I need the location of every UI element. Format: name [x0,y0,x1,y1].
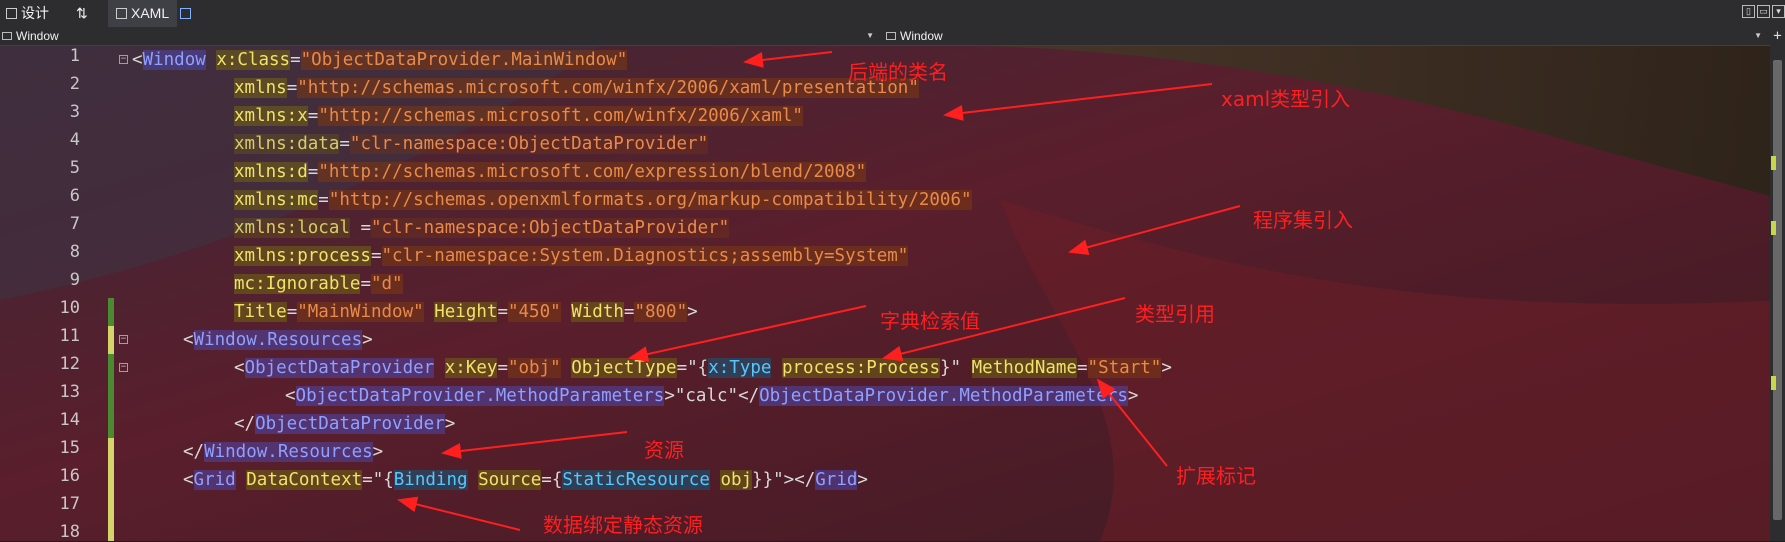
code-line-16: <Grid DataContext="{Binding Source={Stat… [183,470,868,490]
annotation-dict-key: 字典检索值 [880,309,980,333]
split-vertical-icon[interactable]: ▯ [1742,5,1755,18]
split-add-icon[interactable]: + [1770,27,1785,46]
element-combo-right-label: Window [900,29,943,43]
vertical-scrollbar[interactable] [1770,46,1785,541]
annotation-xaml-import: xaml类型引入 [1221,87,1351,111]
scroll-marker [1771,221,1776,235]
code-line-13: <ObjectDataProvider.MethodParameters>"ca… [285,386,1139,406]
element-icon [2,32,12,40]
code-line-3: xmlns:x="http://schemas.microsoft.com/wi… [234,106,803,126]
collapse-pane-icon[interactable]: ▾ [1772,5,1785,18]
tab-xaml[interactable]: XAML [108,0,178,27]
design-icon [6,8,17,19]
code-line-14: </ObjectDataProvider> [234,414,456,434]
swap-icon: ⇅ [76,5,88,21]
annotation-backend-class: 后端的类名 [848,60,948,84]
xaml-code-editor[interactable]: <Window x:Class="ObjectDataProvider.Main… [0,46,1770,541]
designer-tab-bar: 设计 ⇅ XAML ▯ ▭ ▾ [0,0,1785,27]
popout-icon [180,8,191,19]
navigation-bar: Window ▼ Window ▼ [0,27,1785,46]
annotation-resources: 资源 [644,438,684,462]
chevron-down-icon: ▼ [1754,31,1762,40]
code-line-1: <Window x:Class="ObjectDataProvider.Main… [132,50,628,70]
annotation-markup-ext: 扩展标记 [1176,464,1256,488]
element-combo-right[interactable]: Window ▼ [884,27,1768,45]
element-icon [886,32,896,40]
scroll-marker [1771,376,1776,390]
code-line-4: xmlns:data="clr-namespace:ObjectDataProv… [234,134,709,154]
tab-design[interactable]: 设计 [6,0,49,27]
code-line-8: xmlns:process="clr-namespace:System.Diag… [234,246,909,266]
code-line-15: </Window.Resources> [183,442,384,462]
code-line-2: xmlns="http://schemas.microsoft.com/winf… [234,78,919,98]
element-combo-left-label: Window [16,29,59,43]
code-line-5: xmlns:d="http://schemas.microsoft.com/ex… [234,162,867,182]
annotation-binding-static: 数据绑定静态资源 [543,513,703,537]
scrollbar-thumb[interactable] [1773,60,1782,520]
scroll-marker [1771,156,1776,170]
annotation-type-ref: 类型引用 [1135,302,1215,326]
code-line-6: xmlns:mc="http://schemas.openxmlformats.… [234,190,972,210]
chevron-down-icon: ▼ [866,31,874,40]
popout-button[interactable] [180,0,191,27]
tab-swap[interactable]: ⇅ [76,0,88,27]
code-line-10: Title="MainWindow" Height="450" Width="8… [234,302,698,322]
split-horizontal-icon[interactable]: ▭ [1757,5,1770,18]
tab-design-label: 设计 [21,5,49,21]
pane-buttons: ▯ ▭ ▾ [1742,5,1785,18]
code-line-12: <ObjectDataProvider x:Key="obj" ObjectTy… [234,358,1172,378]
xaml-icon [116,8,127,19]
code-line-11: <Window.Resources> [183,330,373,350]
annotation-assembly-import: 程序集引入 [1253,208,1353,232]
code-line-9: mc:Ignorable="d" [234,274,403,294]
element-combo-left[interactable]: Window ▼ [0,27,880,45]
tab-xaml-label: XAML [131,5,170,21]
code-line-7: xmlns:local ="clr-namespace:ObjectDataPr… [234,218,730,238]
